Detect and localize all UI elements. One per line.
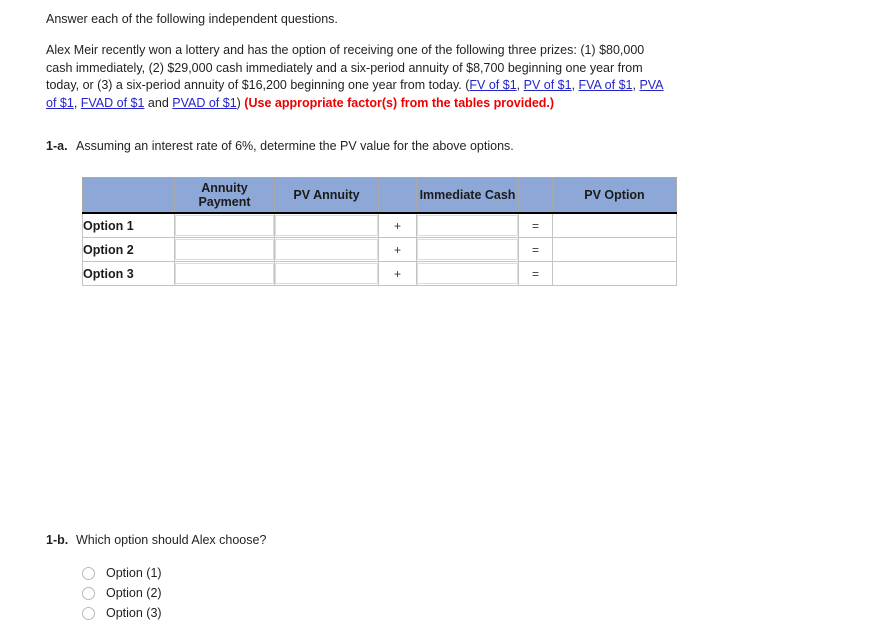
radio-option-3-label[interactable]: Option (3) — [106, 606, 162, 620]
prompt-sep-5: and — [144, 95, 173, 110]
question-1b: 1-b. Which option should Alex choose? — [46, 532, 266, 549]
cell-pv-annuity-2[interactable] — [274, 237, 379, 262]
input-annuity-payment-1[interactable] — [175, 215, 274, 236]
radio-circle-icon[interactable] — [82, 586, 95, 600]
input-pv-annuity-1[interactable] — [275, 215, 378, 236]
operator-equals-1: = — [518, 212, 553, 238]
cell-pv-option-3 — [552, 261, 677, 286]
prompt-sep-1: , — [516, 78, 524, 92]
col-header-blank-left — [82, 177, 175, 214]
question-1b-text: Which option should Alex choose? — [76, 533, 267, 547]
cell-pv-option-1 — [552, 212, 677, 238]
table-header-row: Annuity Payment PV Annuity Immediate Cas… — [82, 177, 677, 214]
option-choice-group: Option (1) Option (2) Option (3) — [82, 563, 162, 623]
question-1a: 1-a. Assuming an interest rate of 6%, det… — [46, 138, 514, 155]
cell-pv-annuity-1[interactable] — [274, 212, 379, 238]
input-pv-annuity-2[interactable] — [275, 239, 378, 260]
question-1a-text: Assuming an interest rate of 6%, determi… — [76, 139, 514, 153]
question-1a-number: 1-a. — [46, 139, 68, 153]
operator-plus-3: + — [378, 261, 417, 286]
operator-plus-2: + — [378, 237, 417, 262]
question-1b-number: 1-b. — [46, 533, 69, 547]
link-fv-of-1[interactable]: FV of $1 — [469, 78, 516, 92]
operator-equals-2: = — [518, 237, 553, 262]
row-label-option-1: Option 1 — [82, 212, 175, 238]
input-annuity-payment-2[interactable] — [175, 239, 274, 260]
prompt-sep-2: , — [571, 78, 579, 92]
link-pvad-of-1[interactable]: PVAD of $1 — [172, 96, 236, 110]
radio-option-2[interactable]: Option (2) — [82, 583, 162, 603]
radio-option-1-label[interactable]: Option (1) — [106, 566, 162, 580]
cell-immediate-cash-2[interactable] — [416, 237, 519, 262]
cell-immediate-cash-3[interactable] — [416, 261, 519, 286]
intro-text: Answer each of the following independent… — [46, 12, 338, 26]
cell-annuity-payment-1[interactable] — [174, 212, 275, 238]
col-header-pv-option: PV Option — [552, 177, 677, 214]
question-prompt: Alex Meir recently won a lottery and has… — [46, 42, 671, 112]
table-row: Option 3 + = — [82, 261, 677, 286]
col-header-blank-plus — [378, 177, 417, 214]
operator-plus-1: + — [378, 212, 417, 238]
input-immediate-cash-3[interactable] — [417, 263, 518, 284]
radio-option-2-label[interactable]: Option (2) — [106, 586, 162, 600]
radio-option-3[interactable]: Option (3) — [82, 603, 162, 623]
radio-circle-icon[interactable] — [82, 566, 95, 580]
table-row: Option 1 + = — [82, 212, 677, 238]
col-header-blank-equals — [518, 177, 553, 214]
pv-calculation-table: Annuity Payment PV Annuity Immediate Cas… — [82, 177, 677, 286]
cell-pv-annuity-3[interactable] — [274, 261, 379, 286]
col-header-pv-annuity: PV Annuity — [274, 177, 379, 214]
link-fvad-of-1[interactable]: FVAD of $1 — [81, 96, 145, 110]
cell-annuity-payment-3[interactable] — [174, 261, 275, 286]
col-header-annuity-payment: Annuity Payment — [174, 177, 275, 214]
radio-circle-icon[interactable] — [82, 606, 95, 620]
row-label-option-2: Option 2 — [82, 237, 175, 262]
radio-option-1[interactable]: Option (1) — [82, 563, 162, 583]
input-pv-annuity-3[interactable] — [275, 263, 378, 284]
row-label-option-3: Option 3 — [82, 261, 175, 286]
operator-equals-3: = — [518, 261, 553, 286]
link-pv-of-1[interactable]: PV of $1 — [524, 78, 572, 92]
prompt-note: (Use appropriate factor(s) from the tabl… — [244, 95, 555, 110]
col-header-immediate-cash: Immediate Cash — [416, 177, 519, 214]
input-immediate-cash-1[interactable] — [417, 215, 518, 236]
input-immediate-cash-2[interactable] — [417, 239, 518, 260]
pv-calculation-table-wrapper: Annuity Payment PV Annuity Immediate Cas… — [82, 177, 677, 286]
input-annuity-payment-3[interactable] — [175, 263, 274, 284]
prompt-sep-4: , — [73, 95, 81, 110]
table-row: Option 2 + = — [82, 237, 677, 262]
cell-immediate-cash-1[interactable] — [416, 212, 519, 238]
link-fva-of-1[interactable]: FVA of $1 — [579, 78, 633, 92]
cell-annuity-payment-2[interactable] — [174, 237, 275, 262]
cell-pv-option-2 — [552, 237, 677, 262]
